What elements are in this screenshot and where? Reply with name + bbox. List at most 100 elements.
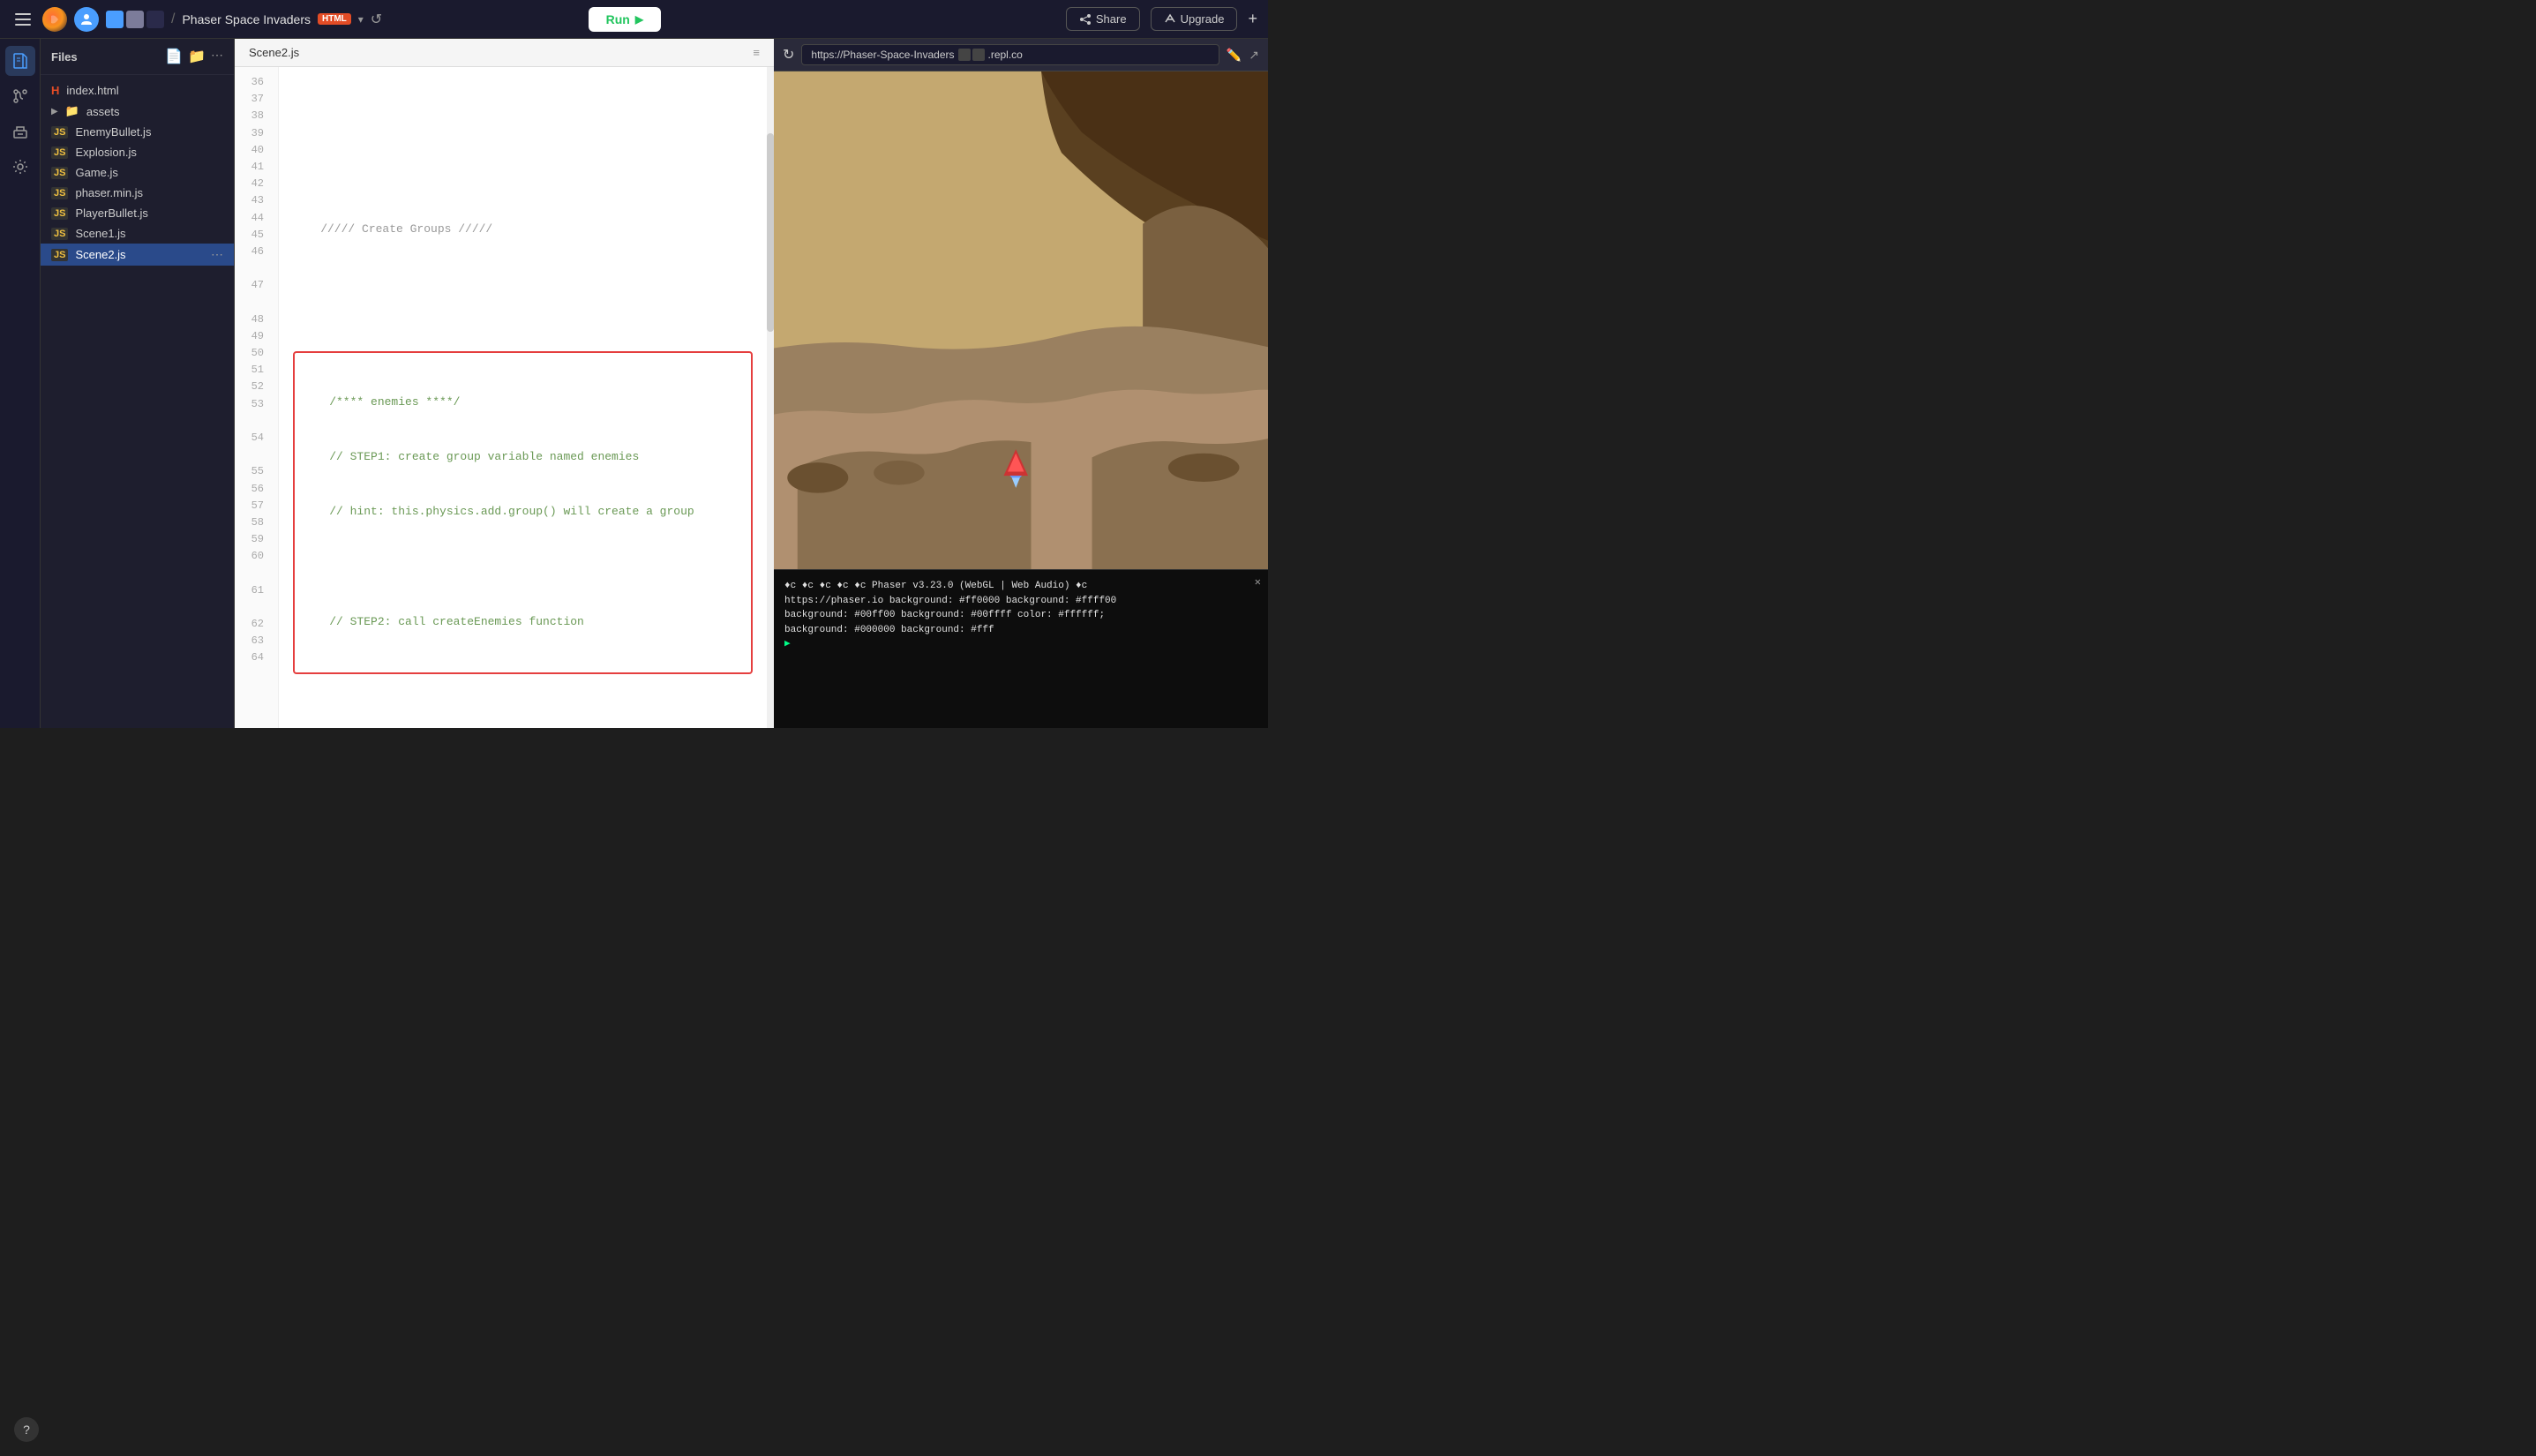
html-badge: HTML	[318, 13, 351, 25]
js-file-icon: JS	[51, 167, 68, 179]
code-content[interactable]: ///// Create Groups ///// /**** enemies …	[279, 67, 767, 728]
main-content: Files 📄 📁 ⋯ H index.html ▶ 📁 assets JS E…	[0, 39, 1268, 728]
console-line-3: background: #00ff00 background: #00ffff …	[784, 608, 1257, 623]
file-name: EnemyBullet.js	[75, 125, 151, 139]
refresh-button[interactable]: ↻	[783, 46, 794, 64]
file-item-phaser[interactable]: JS phaser.min.js	[41, 183, 234, 203]
code-line: // STEP1: create group variable named en…	[302, 448, 744, 467]
files-title: Files	[51, 50, 165, 64]
js-file-icon: JS	[51, 146, 68, 159]
upgrade-button[interactable]: Upgrade	[1151, 7, 1238, 31]
folder-chevron-icon: ▶	[51, 107, 58, 116]
js-file-icon: JS	[51, 249, 68, 261]
code-line	[293, 166, 753, 184]
file-name: PlayerBullet.js	[75, 206, 147, 220]
console-prompt-line: ▶	[784, 637, 1257, 652]
right-panel: ↻ https://Phaser-Space-Invaders .repl.co…	[774, 39, 1268, 728]
replit-logo[interactable]	[42, 7, 67, 32]
console-area[interactable]: ✕ ♦c ♦c ♦c ♦c ♦c Phaser v3.23.0 (WebGL |…	[774, 569, 1268, 728]
file-item-assets[interactable]: ▶ 📁 assets	[41, 101, 234, 122]
highlight-region: /**** enemies ****/ // STEP1: create gro…	[293, 351, 753, 674]
file-item-game[interactable]: JS Game.js	[41, 162, 234, 183]
file-item-scene2[interactable]: JS Scene2.js ⋯	[41, 244, 234, 266]
scrollbar[interactable]	[767, 67, 774, 728]
url-squares	[958, 49, 985, 61]
code-line: ///// Create Groups /////	[293, 221, 753, 239]
new-folder-icon[interactable]: 📁	[188, 48, 206, 65]
tab-menu-icon[interactable]: ≡	[753, 46, 760, 59]
game-scene	[774, 71, 1268, 569]
js-file-icon: JS	[51, 187, 68, 199]
tab-filename[interactable]: Scene2.js	[249, 46, 299, 59]
add-button[interactable]: +	[1248, 10, 1257, 28]
code-line	[293, 111, 753, 130]
upgrade-icon	[1164, 13, 1176, 26]
file-item-scene1[interactable]: JS Scene1.js	[41, 223, 234, 244]
run-label: Run	[606, 12, 630, 26]
open-external-icon[interactable]: ↗	[1249, 48, 1259, 63]
js-file-icon: JS	[51, 126, 68, 139]
console-line-1: ♦c ♦c ♦c ♦c ♦c Phaser v3.23.0 (WebGL | W…	[784, 579, 1257, 594]
file-name: Scene2.js	[75, 248, 125, 261]
file-name: Scene1.js	[75, 227, 125, 240]
new-file-icon[interactable]: 📄	[165, 48, 183, 65]
topbar-right: Share Upgrade +	[1066, 7, 1257, 31]
file-list: H index.html ▶ 📁 assets JS EnemyBullet.j…	[41, 75, 234, 728]
user-avatar[interactable]	[74, 7, 99, 32]
url-bar[interactable]: https://Phaser-Space-Invaders .repl.co	[801, 44, 1219, 65]
chevron-down-icon[interactable]: ▾	[358, 13, 364, 26]
run-triangle-icon: ▶	[635, 13, 643, 26]
console-prompt: ▶	[784, 639, 791, 649]
code-line	[293, 276, 753, 295]
edit-icon[interactable]: ✏️	[1227, 48, 1242, 63]
js-file-icon: JS	[51, 207, 68, 220]
html-file-icon: H	[51, 84, 59, 97]
url-text: https://Phaser-Space-Invaders	[811, 49, 954, 61]
file-name: phaser.min.js	[75, 186, 143, 199]
share-button[interactable]: Share	[1066, 7, 1140, 31]
code-line: // hint: this.physics.add.group() will c…	[302, 503, 744, 522]
sidebar-files-icon[interactable]	[5, 46, 35, 76]
sidebar-packages-icon[interactable]	[5, 116, 35, 146]
file-panel-header: Files 📄 📁 ⋯	[41, 39, 234, 75]
file-item-enemybullet[interactable]: JS EnemyBullet.js	[41, 122, 234, 142]
file-name: Game.js	[75, 166, 117, 179]
file-name: index.html	[66, 84, 118, 97]
sidebar-settings-icon[interactable]	[5, 152, 35, 182]
file-item-index-html[interactable]: H index.html	[41, 80, 234, 101]
file-more-icon[interactable]: ⋯	[211, 48, 223, 65]
help-button[interactable]: ?	[14, 1417, 39, 1442]
share-icon	[1079, 13, 1092, 26]
url-suffix: .repl.co	[988, 49, 1023, 61]
file-options-icon[interactable]: ⋯	[211, 247, 223, 262]
project-name: Phaser Space Invaders	[182, 12, 311, 26]
browser-actions: ✏️ ↗	[1227, 48, 1259, 63]
file-panel: Files 📄 📁 ⋯ H index.html ▶ 📁 assets JS E…	[41, 39, 235, 728]
history-icon[interactable]: ↺	[371, 11, 382, 28]
color-squares	[106, 11, 164, 28]
file-item-explosion[interactable]: JS Explosion.js	[41, 142, 234, 162]
run-button[interactable]: Run ▶	[589, 7, 661, 32]
code-line	[293, 712, 753, 728]
hamburger-menu[interactable]	[11, 7, 35, 32]
file-header-icons: 📄 📁 ⋯	[165, 48, 223, 65]
separator: /	[171, 11, 175, 27]
console-line-2: https://phaser.io background: #ff0000 ba…	[784, 594, 1257, 609]
editor-tab: Scene2.js ≡	[235, 39, 774, 67]
code-line	[302, 559, 744, 577]
code-line: // STEP2: call createEnemies function	[302, 613, 744, 632]
console-line-4: background: #000000 background: #fff	[784, 623, 1257, 638]
file-item-playerbullet[interactable]: JS PlayerBullet.js	[41, 203, 234, 223]
game-area	[774, 71, 1268, 569]
code-editor: Scene2.js ≡ 36 37 38 39 40 41 42 43 44 4…	[235, 39, 774, 728]
line-numbers: 36 37 38 39 40 41 42 43 44 45 46 47 48 4…	[235, 67, 279, 728]
file-name: Explosion.js	[75, 146, 136, 159]
sidebar-git-icon[interactable]	[5, 81, 35, 111]
console-close-icon[interactable]: ✕	[1255, 575, 1261, 589]
sidebar-icons	[0, 39, 41, 728]
game-canvas	[774, 71, 1268, 569]
browser-bar: ↻ https://Phaser-Space-Invaders .repl.co…	[774, 39, 1268, 71]
folder-icon: 📁	[65, 104, 79, 118]
topbar: / Phaser Space Invaders HTML ▾ ↺ Run ▶ S…	[0, 0, 1268, 39]
code-area[interactable]: 36 37 38 39 40 41 42 43 44 45 46 47 48 4…	[235, 67, 774, 728]
